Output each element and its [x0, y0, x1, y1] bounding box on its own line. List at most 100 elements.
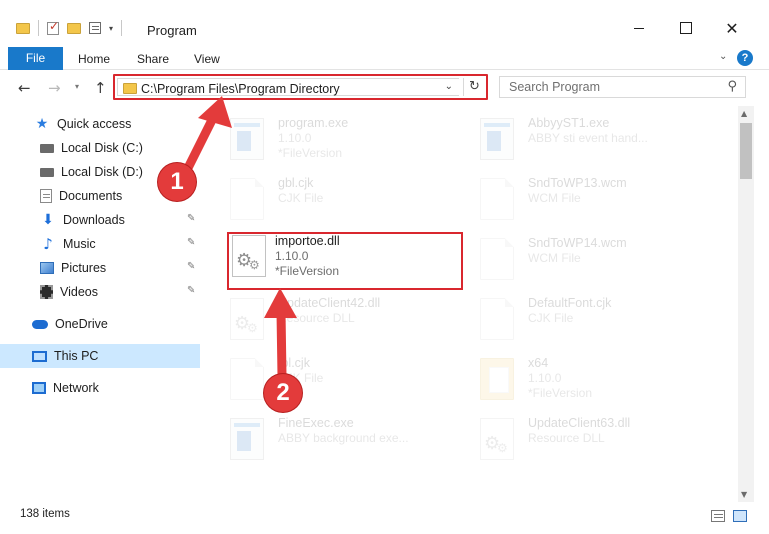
file-detail: Resource DLL [278, 311, 355, 325]
file-detail: ABBY background exe... [278, 431, 409, 445]
folder-icon [480, 358, 514, 400]
dll-gear-file-icon [230, 298, 264, 340]
sidebar-item-music[interactable]: ♪ Music ✎ [0, 232, 200, 256]
file-item-gbl-cjk[interactable]: gbl.cjk CJK File [220, 170, 460, 228]
sidebar-item-label: Local Disk (D:) [61, 165, 143, 179]
quick-access-toolbar: ▾ [16, 19, 123, 36]
sidebar-item-downloads[interactable]: ⬇ Downloads ✎ [0, 208, 200, 232]
exe-file-icon [230, 418, 264, 460]
scroll-up-icon[interactable]: ▲ [741, 109, 747, 118]
recent-locations-icon[interactable]: ▾ [75, 82, 79, 91]
maximize-button[interactable] [676, 20, 696, 36]
pin-icon[interactable]: ✎ [187, 261, 195, 272]
file-item-sndtowp14-wcm[interactable]: SndToWP14.wcm WCM File [470, 230, 710, 288]
exe-file-icon [480, 118, 514, 160]
tab-share[interactable]: Share [137, 52, 169, 66]
file-detail: 1.10.0 [278, 131, 312, 145]
sidebar-item-label: Downloads [63, 213, 125, 227]
generic-file-icon [480, 238, 514, 280]
address-dropdown-icon[interactable]: ⌄ [445, 81, 453, 92]
search-input[interactable]: Search Program ⚲ [499, 76, 746, 98]
generic-file-icon [480, 298, 514, 340]
pin-icon[interactable]: ✎ [187, 285, 195, 296]
divider [121, 20, 123, 36]
file-item-fineexec-exe[interactable]: FineExec.exe ABBY background exe... [220, 410, 460, 468]
file-name: AbbyyST1.exe [528, 116, 610, 130]
file-list: program.exe 1.10.0 *FileVersion AbbyyST1… [212, 106, 738, 502]
large-icons-view-icon[interactable] [733, 510, 747, 522]
file-detail: 1.10.0 [528, 371, 562, 385]
file-name: FineExec.exe [278, 416, 354, 430]
forward-arrow-icon[interactable]: → [48, 79, 61, 97]
sidebar-item-label: OneDrive [55, 317, 108, 331]
minimize-button[interactable] [629, 20, 649, 36]
file-detail: CJK File [278, 191, 324, 205]
title-bar: ▾ Program ✕ [0, 0, 769, 44]
pin-icon[interactable]: ✎ [187, 237, 195, 248]
star-icon: ★ [35, 116, 49, 132]
generic-file-icon [230, 178, 264, 220]
tab-home[interactable]: Home [78, 52, 110, 66]
step-1-badge: 1 [158, 163, 196, 201]
sidebar-item-quick-access[interactable]: ★ Quick access [0, 112, 200, 136]
back-arrow-icon[interactable]: ← [18, 79, 31, 97]
address-path[interactable]: C:\Program Files\Program Directory [141, 82, 340, 96]
video-film-icon [40, 285, 53, 299]
file-detail: Resource DLL [528, 431, 605, 445]
refresh-icon[interactable]: ↻ [463, 78, 485, 96]
file-item-updateclient63-dll[interactable]: UpdateClient63.dll Resource DLL [470, 410, 710, 468]
tab-view[interactable]: View [194, 52, 220, 66]
search-placeholder: Search Program [509, 80, 601, 94]
file-item-abbyyst1-exe[interactable]: AbbyyST1.exe ABBY sti event hand... [470, 110, 710, 168]
folder-icon [123, 83, 137, 94]
file-detail: WCM File [528, 251, 581, 265]
address-field[interactable]: C:\Program Files\Program Directory ⌄ [117, 78, 459, 96]
customize-dropdown-icon[interactable]: ▾ [109, 24, 113, 33]
sidebar-item-label: Music [63, 237, 96, 251]
file-item-sndtowp13-wcm[interactable]: SndToWP13.wcm WCM File [470, 170, 710, 228]
help-icon[interactable]: ? [737, 50, 753, 66]
sidebar-item-this-pc[interactable]: This PC [0, 344, 200, 368]
cloud-icon [32, 319, 48, 329]
file-item-updateclient42-dll[interactable]: UpdateClient42.dll Resource DLL [220, 290, 460, 348]
file-item-x64[interactable]: x64 1.10.0 *FileVersion [470, 350, 710, 408]
address-bar[interactable]: C:\Program Files\Program Directory ⌄ ↻ [113, 74, 488, 100]
file-item-defaultfont-cjk[interactable]: DefaultFont.cjk CJK File [470, 290, 710, 348]
folder-icon[interactable] [16, 22, 30, 34]
sidebar-item-label: Quick access [57, 117, 132, 131]
sidebar-item-label: Pictures [61, 261, 107, 275]
scrollbar-thumb[interactable] [740, 123, 752, 179]
documents-icon [40, 189, 52, 203]
expand-ribbon-icon[interactable]: ⌄ [719, 51, 727, 62]
file-name: UpdateClient63.dll [528, 416, 631, 430]
search-icon[interactable]: ⚲ [727, 79, 737, 94]
sidebar-item-videos[interactable]: Videos ✎ [0, 280, 200, 304]
sidebar-item-pictures[interactable]: Pictures ✎ [0, 256, 200, 280]
sidebar-item-label: Videos [60, 285, 98, 299]
pin-icon[interactable]: ✎ [187, 213, 195, 224]
file-name: tbl.cjk [278, 356, 310, 370]
file-detail: CJK File [528, 311, 574, 325]
status-bar: 138 items [0, 502, 769, 534]
properties-icon[interactable] [89, 22, 101, 34]
computer-icon [32, 350, 47, 362]
details-view-icon[interactable] [711, 510, 725, 522]
file-item-program-exe[interactable]: program.exe 1.10.0 *FileVersion [220, 110, 460, 168]
vertical-scrollbar[interactable]: ▲ ▼ [738, 106, 754, 502]
item-count: 138 items [20, 508, 70, 520]
up-arrow-icon[interactable]: ↑ [94, 79, 107, 97]
sidebar-item-onedrive[interactable]: OneDrive [0, 312, 200, 336]
file-item-tbl-cjk[interactable]: tbl.cjk CJK File [220, 350, 460, 408]
generic-file-icon [480, 178, 514, 220]
file-name: UpdateClient42.dll [278, 296, 381, 310]
sidebar-item-local-disk-c[interactable]: Local Disk (C:) [0, 136, 200, 160]
close-button[interactable]: ✕ [722, 19, 742, 38]
properties-check-icon[interactable] [47, 19, 59, 35]
sidebar-item-network[interactable]: Network [0, 376, 200, 400]
scroll-down-icon[interactable]: ▼ [741, 490, 747, 499]
dll-gear-file-icon [480, 418, 514, 460]
new-folder-icon[interactable] [67, 22, 81, 34]
sidebar-item-label: Local Disk (C:) [61, 141, 143, 155]
file-detail: *FileVersion [278, 146, 343, 160]
tab-file[interactable]: File [8, 47, 63, 70]
